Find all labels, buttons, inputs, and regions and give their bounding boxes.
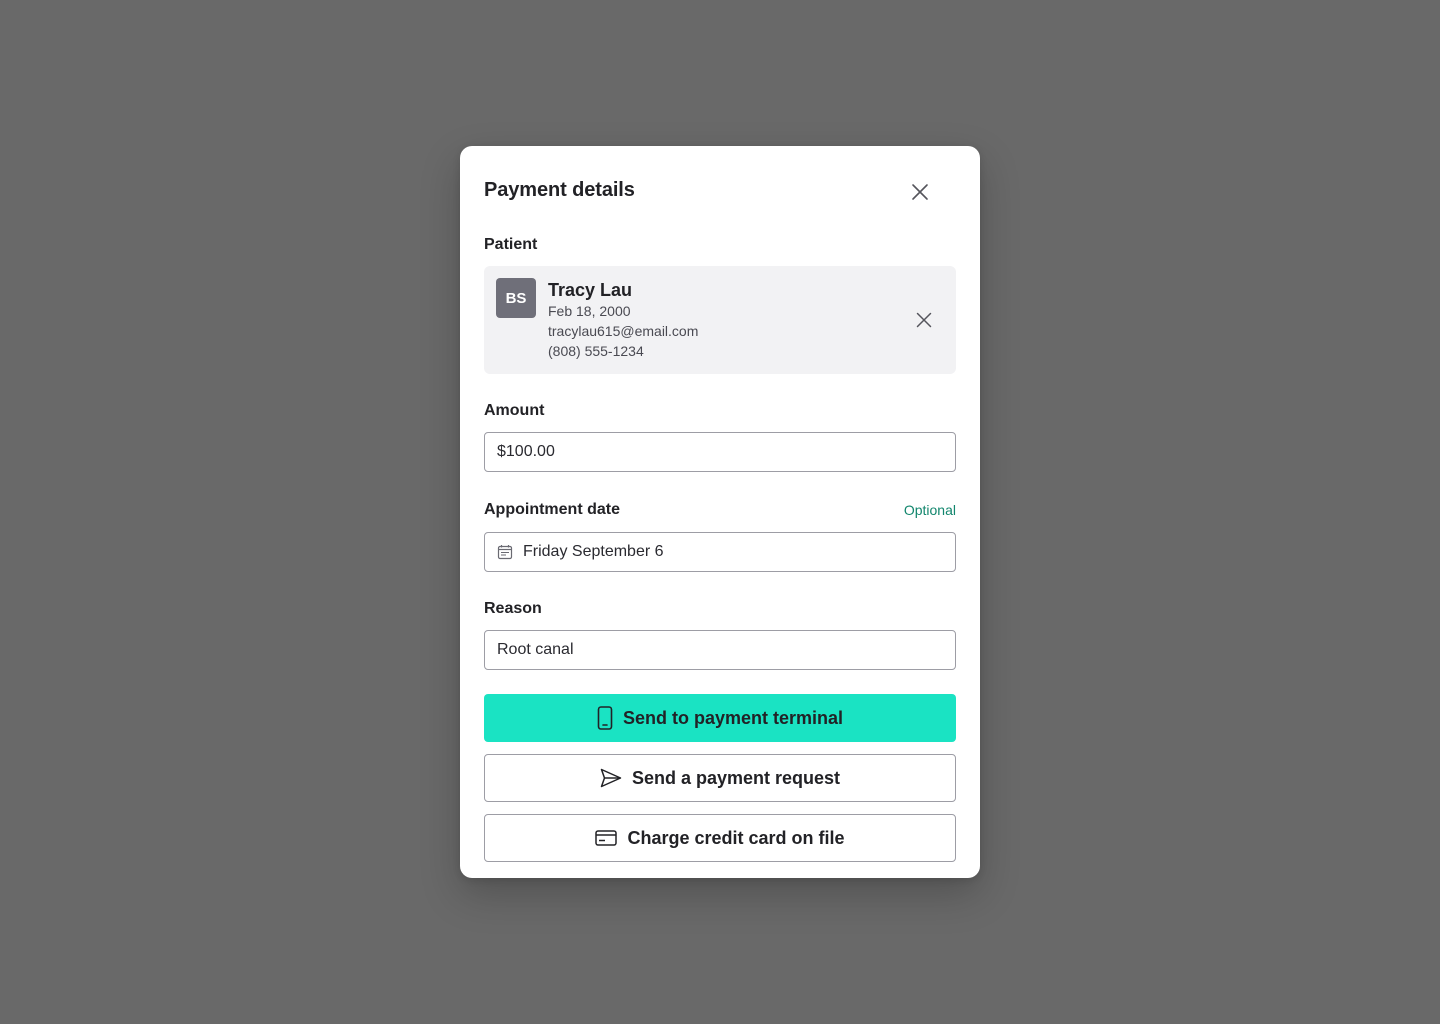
send-payment-request-button[interactable]: Send a payment request bbox=[484, 754, 956, 802]
credit-card-icon bbox=[595, 830, 618, 846]
appointment-date-input[interactable]: Friday September 6 bbox=[484, 532, 956, 572]
send-payment-request-label: Send a payment request bbox=[631, 767, 841, 788]
patient-label: Patient bbox=[484, 236, 538, 253]
optional-tag: Optional bbox=[903, 502, 956, 518]
reason-input[interactable]: Root canal bbox=[484, 630, 956, 670]
reason-field: Reason Root canal bbox=[484, 600, 956, 670]
send-to-terminal-button[interactable]: Send to payment terminal bbox=[484, 694, 956, 742]
avatar: BS bbox=[496, 278, 536, 318]
calendar-icon bbox=[497, 544, 513, 560]
payment-actions: Send to payment terminal Send a payment … bbox=[484, 694, 956, 862]
remove-patient-button[interactable] bbox=[912, 308, 936, 332]
patient-info: Tracy Lau Feb 18, 2000 tracylau615@email… bbox=[548, 279, 698, 361]
mobile-phone-icon bbox=[597, 706, 613, 730]
appointment-date-label: Appointment date bbox=[484, 501, 620, 518]
amount-label: Amount bbox=[484, 402, 545, 419]
paper-plane-icon bbox=[600, 768, 622, 788]
amount-value: $100.00 bbox=[497, 443, 555, 460]
close-icon bbox=[911, 183, 929, 201]
reason-label: Reason bbox=[484, 600, 542, 617]
selected-patient-card: BS Tracy Lau Feb 18, 2000 tracylau615@em… bbox=[484, 266, 956, 374]
modal-header: Payment details bbox=[484, 146, 956, 234]
appointment-date-value: Friday September 6 bbox=[523, 543, 664, 560]
amount-input[interactable]: $100.00 bbox=[484, 432, 956, 472]
patient-phone: (808) 555-1234 bbox=[548, 343, 644, 359]
reason-value: Root canal bbox=[497, 641, 574, 658]
send-to-terminal-label: Send to payment terminal bbox=[622, 707, 844, 728]
charge-card-on-file-label: Charge credit card on file bbox=[627, 827, 845, 848]
modal-title: Payment details bbox=[484, 179, 635, 201]
amount-field: Amount $100.00 bbox=[484, 402, 956, 472]
patient-email: tracylau615@email.com bbox=[548, 323, 699, 339]
charge-card-on-file-button[interactable]: Charge credit card on file bbox=[484, 814, 956, 862]
patient-name: Tracy Lau bbox=[548, 280, 633, 300]
payment-details-modal: Payment details Patient BS Tracy Lau Feb… bbox=[460, 146, 980, 878]
appointment-date-field: Appointment date Optional Friday Septemb… bbox=[484, 500, 956, 572]
patient-dob: Feb 18, 2000 bbox=[548, 303, 631, 319]
close-modal-button[interactable] bbox=[908, 180, 932, 204]
appointment-date-label-row: Appointment date Optional bbox=[484, 500, 956, 520]
close-icon bbox=[916, 312, 932, 328]
